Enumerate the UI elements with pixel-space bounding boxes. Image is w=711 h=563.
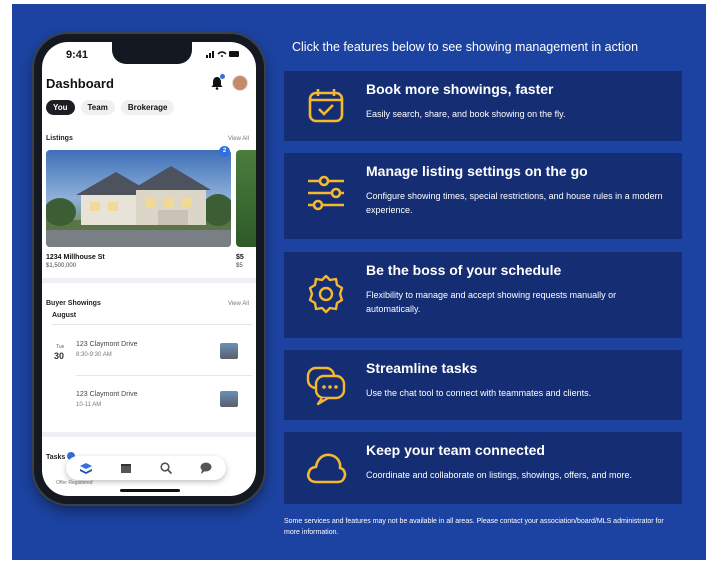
features-header: Click the features below to see showing …: [292, 40, 639, 54]
status-icons: [206, 50, 240, 60]
buyer-showings-label: Buyer Showings: [46, 300, 101, 307]
disclaimer-footer: Some services and features may not be av…: [284, 518, 664, 536]
dashboard-title: Dashboard: [46, 76, 114, 91]
showing-address[interactable]: 123 Claymont Drive: [76, 391, 137, 398]
feature-title: Keep your team connected: [366, 442, 545, 458]
dashboard-tabs: You Team Brokerage: [46, 100, 175, 115]
phone-mockup: 9:41 Dashboard You Team Brokerage Listin…: [34, 34, 264, 504]
signal-wifi-battery-icon: [206, 51, 239, 58]
feature-card-team-connected[interactable]: Keep your team connected Coordinate and …: [284, 432, 682, 504]
calendar-icon: [121, 464, 131, 473]
feature-description: Coordinate and collaborate on listings, …: [366, 470, 632, 480]
phone-screen: 9:41 Dashboard You Team Brokerage Listin…: [42, 42, 256, 496]
feature-title: Be the boss of your schedule: [366, 262, 562, 278]
chat-tab[interactable]: [199, 461, 213, 475]
feature-card-streamline-tasks[interactable]: Streamline tasks Use the chat tool to co…: [284, 350, 682, 420]
feature-card-listing-settings[interactable]: Manage listing settings on the go Config…: [284, 153, 682, 239]
listings-label: Listings: [46, 135, 73, 142]
listing-photo-next[interactable]: [236, 150, 256, 247]
showing-day: Tue: [56, 344, 65, 350]
stack-icon: [80, 463, 92, 474]
row-divider: [52, 324, 252, 325]
listing-count-badge: 2: [219, 146, 230, 157]
showing-thumbnail[interactable]: [220, 343, 238, 359]
phone-notch: [112, 42, 192, 64]
row-divider: [76, 375, 252, 376]
home-indicator: [120, 489, 180, 492]
feature-panel: 9:41 Dashboard You Team Brokerage Listin…: [12, 4, 706, 560]
bottom-tab-bar: [66, 456, 226, 480]
tab-brokerage[interactable]: Brokerage: [120, 100, 175, 115]
calendar-check-icon: [308, 89, 344, 123]
listing-price-next: $5: [236, 263, 243, 269]
house-illustration: [46, 166, 231, 247]
showing-date: 30: [54, 351, 65, 361]
notification-dot: [220, 74, 225, 79]
listing-price: $1,500,000: [46, 263, 77, 269]
cloud-icon: [306, 453, 347, 484]
sliders-icon: [308, 175, 344, 211]
showing-time: 10-11 AM: [76, 402, 102, 408]
status-time: 9:41: [66, 49, 89, 61]
search-icon: [160, 462, 173, 475]
section-divider: [42, 278, 256, 283]
section-divider: [42, 432, 256, 437]
tasks-label: Tasks: [46, 454, 66, 461]
home-tab[interactable]: [79, 461, 93, 475]
feature-description: Configure showing times, special restric…: [366, 191, 663, 215]
showing-time: 8:30-9:30 AM: [76, 352, 112, 358]
feature-title: Book more showings, faster: [366, 81, 554, 97]
feature-description: Flexibility to manage and accept showing…: [366, 290, 617, 314]
chat-bubbles-icon: [306, 366, 346, 406]
feature-title: Manage listing settings on the go: [366, 163, 588, 179]
tab-team[interactable]: Team: [80, 100, 115, 115]
listing-address: 1234 Millhouse St: [46, 254, 105, 261]
offer-status: Offer Registered: [56, 480, 93, 486]
chat-icon: [200, 462, 212, 474]
feature-card-schedule[interactable]: Be the boss of your schedule Flexibility…: [284, 252, 682, 338]
listings-view-all-link[interactable]: View All: [228, 136, 249, 142]
feature-title: Streamline tasks: [366, 360, 478, 376]
calendar-tab[interactable]: [119, 461, 133, 475]
showings-view-all-link[interactable]: View All: [228, 301, 249, 307]
showing-address[interactable]: 123 Claymont Drive: [76, 341, 137, 348]
month-label: August: [52, 312, 77, 319]
avatar[interactable]: [232, 75, 248, 91]
showing-thumbnail[interactable]: [220, 391, 238, 407]
tab-you[interactable]: You: [46, 100, 75, 115]
gear-icon: [308, 274, 344, 314]
listing-photo[interactable]: [46, 150, 231, 247]
feature-card-book-showings[interactable]: Book more showings, faster Easily search…: [284, 71, 682, 141]
listing-address-next: $5: [236, 254, 244, 261]
search-tab[interactable]: [159, 461, 173, 475]
feature-description: Use the chat tool to connect with teamma…: [366, 388, 592, 398]
feature-description: Easily search, share, and book showing o…: [366, 109, 566, 119]
